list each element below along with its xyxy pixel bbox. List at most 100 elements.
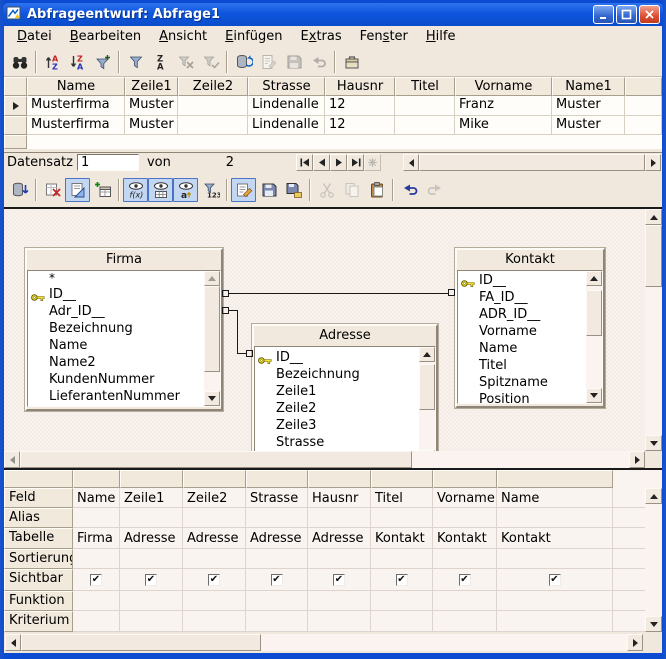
kriterium-cell[interactable] xyxy=(73,611,120,632)
kriterium-cell[interactable] xyxy=(308,611,371,632)
last-record-button[interactable] xyxy=(347,154,364,171)
scroll-up-icon[interactable] xyxy=(204,271,220,286)
first-record-button[interactable] xyxy=(296,154,313,171)
column-head[interactable] xyxy=(308,470,371,488)
table-title[interactable]: Adresse xyxy=(254,326,436,346)
kriterium-cell[interactable] xyxy=(371,611,433,632)
table-window-adresse[interactable]: Adresse ID__ Bezeichnung Zeile1 Zeile2 Z… xyxy=(252,324,438,470)
funktion-cell[interactable] xyxy=(308,591,371,611)
funktion-cell[interactable] xyxy=(433,591,497,611)
cell[interactable]: Mike xyxy=(455,116,552,135)
scroll-down-icon[interactable] xyxy=(204,391,220,406)
cell[interactable]: 12 xyxy=(325,116,395,135)
menu-datei[interactable]: Datei xyxy=(8,27,61,46)
cell[interactable]: Lindenalle xyxy=(248,96,325,116)
field-row[interactable]: Position xyxy=(458,391,602,404)
alias-cell[interactable] xyxy=(183,508,246,528)
scroll-left-icon[interactable] xyxy=(4,451,20,468)
cell[interactable]: Lindenalle xyxy=(248,116,325,135)
design-vertical-scrollbar[interactable] xyxy=(645,209,662,451)
column-head[interactable] xyxy=(183,470,246,488)
scrollbar-thumb[interactable] xyxy=(21,634,261,651)
feld-cell[interactable]: Zeile2 xyxy=(183,488,246,508)
join-connector-icon[interactable] xyxy=(246,350,253,357)
field-row[interactable]: Strasse xyxy=(255,434,435,451)
scrollbar-thumb[interactable] xyxy=(419,364,435,410)
standard-filter-icon[interactable] xyxy=(123,50,148,74)
field-row[interactable]: KundenNummer xyxy=(28,371,220,388)
feld-cell[interactable]: Hausnr xyxy=(308,488,371,508)
tabelle-cell[interactable]: Firma xyxy=(73,528,120,549)
show-functions-icon[interactable]: f(x) xyxy=(123,178,148,202)
tabelle-cell[interactable]: Kontakt xyxy=(371,528,433,549)
scrollbar-thumb[interactable] xyxy=(586,290,602,336)
menu-einfuegen[interactable]: Einfügen xyxy=(216,27,291,46)
scroll-up-icon[interactable] xyxy=(645,209,662,225)
show-table-name-icon[interactable] xyxy=(148,178,173,202)
menu-ansicht[interactable]: Ansicht xyxy=(150,27,216,46)
kriterium-cell[interactable] xyxy=(120,611,183,632)
column-header[interactable]: Zeile1 xyxy=(125,77,178,96)
field-row[interactable]: Bezeichnung xyxy=(255,366,435,383)
run-query-icon[interactable] xyxy=(7,178,32,202)
scroll-down-icon[interactable] xyxy=(645,435,662,451)
tabelle-cell[interactable]: Kontakt xyxy=(497,528,613,549)
field-row[interactable]: FA_ID__ xyxy=(458,289,602,306)
feld-cell[interactable]: Titel xyxy=(371,488,433,508)
cell[interactable]: 12 xyxy=(325,96,395,116)
cell[interactable] xyxy=(178,116,248,135)
field-row[interactable]: Adr_ID__ xyxy=(28,303,220,320)
tabelle-cell[interactable]: Adresse xyxy=(183,528,246,549)
column-head[interactable] xyxy=(73,470,120,488)
scroll-right-icon[interactable] xyxy=(627,634,643,651)
alias-cell[interactable] xyxy=(433,508,497,528)
column-header[interactable]: Strasse xyxy=(248,77,325,96)
refresh-data-icon[interactable] xyxy=(231,50,256,74)
table-scrollbar[interactable] xyxy=(204,271,220,406)
cell[interactable]: Franz xyxy=(455,96,552,116)
join-connector-icon[interactable] xyxy=(448,289,455,296)
scrollbar-thumb[interactable] xyxy=(20,451,412,468)
column-header[interactable]: Name xyxy=(27,77,125,96)
scroll-up-icon[interactable] xyxy=(586,271,602,286)
feld-cell[interactable]: Strasse xyxy=(246,488,308,508)
menu-hilfe[interactable]: Hilfe xyxy=(417,27,465,46)
feld-cell[interactable]: Name xyxy=(73,488,120,508)
field-row[interactable]: Bezeichnung xyxy=(28,320,220,337)
cell[interactable] xyxy=(178,96,248,116)
field-row[interactable]: Name2 xyxy=(28,354,220,371)
alias-cell[interactable] xyxy=(120,508,183,528)
cell[interactable]: Muster xyxy=(125,96,178,116)
select-all-cell[interactable] xyxy=(4,77,27,96)
field-row[interactable]: Zeile2 xyxy=(255,400,435,417)
row-selector-current[interactable] xyxy=(4,96,27,116)
scrollbar-thumb[interactable] xyxy=(645,225,662,287)
show-alias-icon[interactable]: a xyxy=(173,178,198,202)
sortierung-cell[interactable] xyxy=(246,549,308,569)
visible-checkbox[interactable]: ✔ xyxy=(208,574,220,586)
grid-horizontal-scrollbar[interactable] xyxy=(4,632,662,653)
edit-record-icon[interactable] xyxy=(256,50,281,74)
column-head[interactable] xyxy=(497,470,613,488)
sortierung-cell[interactable] xyxy=(183,549,246,569)
scroll-up-icon[interactable] xyxy=(419,347,435,362)
field-row[interactable]: ADR_ID__ xyxy=(458,306,602,323)
sortierung-cell[interactable] xyxy=(371,549,433,569)
design-view-toggle-icon[interactable] xyxy=(65,178,90,202)
column-head[interactable] xyxy=(120,470,183,488)
column-head[interactable] xyxy=(433,470,497,488)
feld-cell[interactable]: Name xyxy=(497,488,613,508)
tabelle-cell[interactable]: Adresse xyxy=(120,528,183,549)
join-line-firma-kontakt[interactable] xyxy=(229,293,448,294)
visible-checkbox[interactable]: ✔ xyxy=(145,574,157,586)
sortierung-cell[interactable] xyxy=(120,549,183,569)
cell[interactable]: Musterfirma xyxy=(27,116,125,135)
alias-cell[interactable] xyxy=(246,508,308,528)
scrollbar-thumb[interactable] xyxy=(419,154,645,171)
table-scrollbar[interactable] xyxy=(419,347,435,465)
scrollbar-track[interactable] xyxy=(412,451,629,468)
row-selector[interactable] xyxy=(4,116,27,135)
add-table-icon[interactable] xyxy=(90,178,115,202)
save-as-icon[interactable] xyxy=(281,178,306,202)
cell[interactable]: Muster xyxy=(552,96,625,116)
